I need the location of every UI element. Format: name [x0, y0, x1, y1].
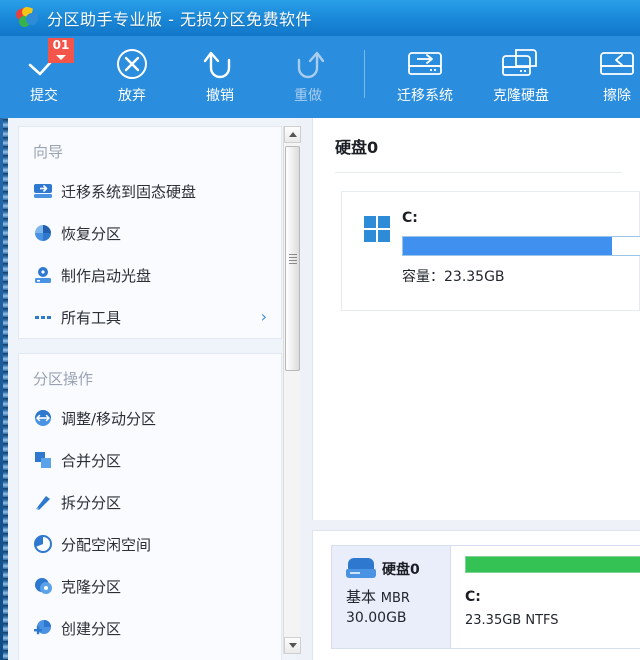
- toolbar-label: 克隆硬盘: [493, 85, 549, 105]
- partition-drive-label: C:: [465, 589, 640, 605]
- sidebar-scrollbar[interactable]: [283, 126, 300, 654]
- sidebar-item-all-tools[interactable]: 所有工具 ›: [19, 296, 281, 338]
- recover-partition-icon: [33, 223, 61, 243]
- disk-name: 硬盘0: [382, 559, 420, 579]
- toolbar-label: 提交: [30, 85, 58, 105]
- clone-partition-icon: [33, 576, 61, 596]
- volume-drive-label: C:: [402, 210, 640, 226]
- scrollbar-grip: [289, 254, 297, 264]
- toolbar-divider: [364, 50, 365, 98]
- chevron-right-icon: ›: [261, 309, 267, 325]
- main-toolbar: 提交 01 放弃 撤销 重做: [0, 36, 640, 118]
- toolbar-button-wipe[interactable]: 擦除: [569, 36, 640, 118]
- toolbar-label: 放弃: [118, 85, 146, 105]
- toolbar-label: 撤销: [206, 85, 234, 105]
- pending-operations-badge[interactable]: 01: [48, 38, 74, 63]
- sidebar-item-recover-partition[interactable]: 恢复分区: [19, 212, 281, 254]
- create-partition-icon: [33, 618, 61, 638]
- sidebar-section-title: 分区操作: [19, 354, 281, 397]
- sidebar-item-migrate-os-to-ssd[interactable]: 迁移系统到固态硬盘: [19, 170, 281, 212]
- title-divider: [335, 172, 622, 173]
- sidebar-item-split-partition[interactable]: 拆分分区: [19, 481, 281, 523]
- toolbar-label: 重做: [294, 85, 322, 105]
- partition-detail: 23.35GB NTFS: [465, 613, 640, 628]
- disk-size: 30.00GB: [346, 610, 450, 626]
- volume-card[interactable]: C: 容量：23.35GB: [341, 191, 640, 311]
- disk-row[interactable]: 硬盘0 基本 MBR 30.00GB C: 23.35GB NTFS: [331, 545, 640, 649]
- sidebar-item-resize-move-partition[interactable]: 调整/移动分区: [19, 397, 281, 439]
- badge-count: 01: [53, 39, 70, 52]
- title-bar: 分区助手专业版 - 无损分区免费软件: [0, 0, 640, 36]
- volume-usage-fill: [403, 237, 612, 255]
- app-logo-icon: [16, 7, 38, 29]
- sidebar-item-clone-partition[interactable]: 克隆分区: [19, 565, 281, 607]
- sidebar-item-label: 克隆分区: [61, 576, 121, 597]
- sidebar-item-create-bootable-media[interactable]: 制作启动光盘: [19, 254, 281, 296]
- clone-disk-icon: [500, 45, 542, 83]
- allocate-space-icon: [33, 534, 61, 554]
- more-dots-icon: [33, 307, 61, 327]
- sidebar-item-allocate-free-space[interactable]: 分配空闲空间: [19, 523, 281, 565]
- windows-logo-icon: [364, 216, 390, 242]
- sidebar-item-label: 所有工具: [61, 307, 121, 328]
- split-partition-icon: [33, 492, 61, 512]
- disk-map-panel: 硬盘0 基本 MBR 30.00GB C: 23.35GB NTFS: [312, 530, 640, 660]
- sidebar: 向导 迁移系统到固态硬盘 恢复分区 制作启动光盘: [8, 118, 296, 660]
- sidebar-item-delete-partition[interactable]: 删除分区: [19, 649, 281, 660]
- sidebar-section-title: 向导: [19, 127, 281, 170]
- toolbar-button-commit[interactable]: 提交 01: [0, 36, 88, 118]
- disk-info: 硬盘0 基本 MBR 30.00GB: [332, 546, 450, 648]
- volume-usage-bar: [402, 236, 640, 256]
- scrollbar-thumb[interactable]: [285, 146, 300, 371]
- toolbar-button-clone-disk[interactable]: 克隆硬盘: [473, 36, 569, 118]
- window-title: 分区助手专业版 - 无损分区免费软件: [47, 6, 312, 30]
- redo-arrow-icon: [289, 45, 327, 83]
- sidebar-item-merge-partition[interactable]: 合并分区: [19, 439, 281, 481]
- sidebar-item-create-partition[interactable]: 创建分区: [19, 607, 281, 649]
- partition-block[interactable]: C: 23.35GB NTFS: [450, 546, 640, 648]
- sidebar-item-label: 创建分区: [61, 618, 121, 639]
- migrate-ssd-icon: [33, 181, 61, 201]
- toolbar-button-discard[interactable]: 放弃: [88, 36, 176, 118]
- sidebar-section-wizard: 向导 迁移系统到固态硬盘 恢复分区 制作启动光盘: [18, 126, 282, 339]
- page-title: 硬盘0: [313, 118, 640, 158]
- main-content-panel: 硬盘0 C: 容量：23.35GB: [312, 118, 640, 520]
- migrate-disk-icon: [404, 45, 446, 83]
- application-window: 分区助手专业版 - 无损分区免费软件 提交 01 放弃 撤销: [0, 0, 640, 660]
- merge-partition-icon: [33, 450, 61, 470]
- sidebar-item-label: 调整/移动分区: [61, 408, 156, 429]
- bootable-media-icon: [33, 265, 61, 285]
- toolbar-button-redo[interactable]: 重做: [264, 36, 352, 118]
- sidebar-item-label: 制作启动光盘: [61, 265, 151, 286]
- resize-move-icon: [33, 408, 61, 428]
- sidebar-item-label: 迁移系统到固态硬盘: [61, 181, 196, 202]
- undo-arrow-icon: [201, 45, 239, 83]
- sidebar-item-label: 拆分分区: [61, 492, 121, 513]
- badge-dropdown-icon: [56, 55, 66, 60]
- sidebar-item-label: 分配空闲空间: [61, 534, 151, 555]
- toolbar-button-migrate-system[interactable]: 迁移系统: [377, 36, 473, 118]
- cancel-circle-icon: [114, 45, 150, 83]
- scroll-up-icon[interactable]: [284, 126, 301, 143]
- disk-type: 基本 MBR: [346, 586, 450, 607]
- toolbar-label: 迁移系统: [397, 85, 453, 105]
- disk-type-primary: 基本: [346, 588, 376, 606]
- volume-capacity-text: 容量：23.35GB: [402, 266, 640, 286]
- wipe-disk-icon: [596, 45, 638, 83]
- sidebar-item-label: 恢复分区: [61, 223, 121, 244]
- sidebar-section-partition-ops: 分区操作 调整/移动分区 合并分区 拆分分区: [18, 353, 282, 660]
- hard-disk-icon: [346, 558, 376, 580]
- partition-usage-bar: [465, 556, 640, 573]
- scroll-down-icon[interactable]: [284, 637, 301, 654]
- disk-partition-style: MBR: [381, 591, 410, 606]
- toolbar-button-undo[interactable]: 撤销: [176, 36, 264, 118]
- sidebar-item-label: 合并分区: [61, 450, 121, 471]
- toolbar-label: 擦除: [603, 85, 631, 105]
